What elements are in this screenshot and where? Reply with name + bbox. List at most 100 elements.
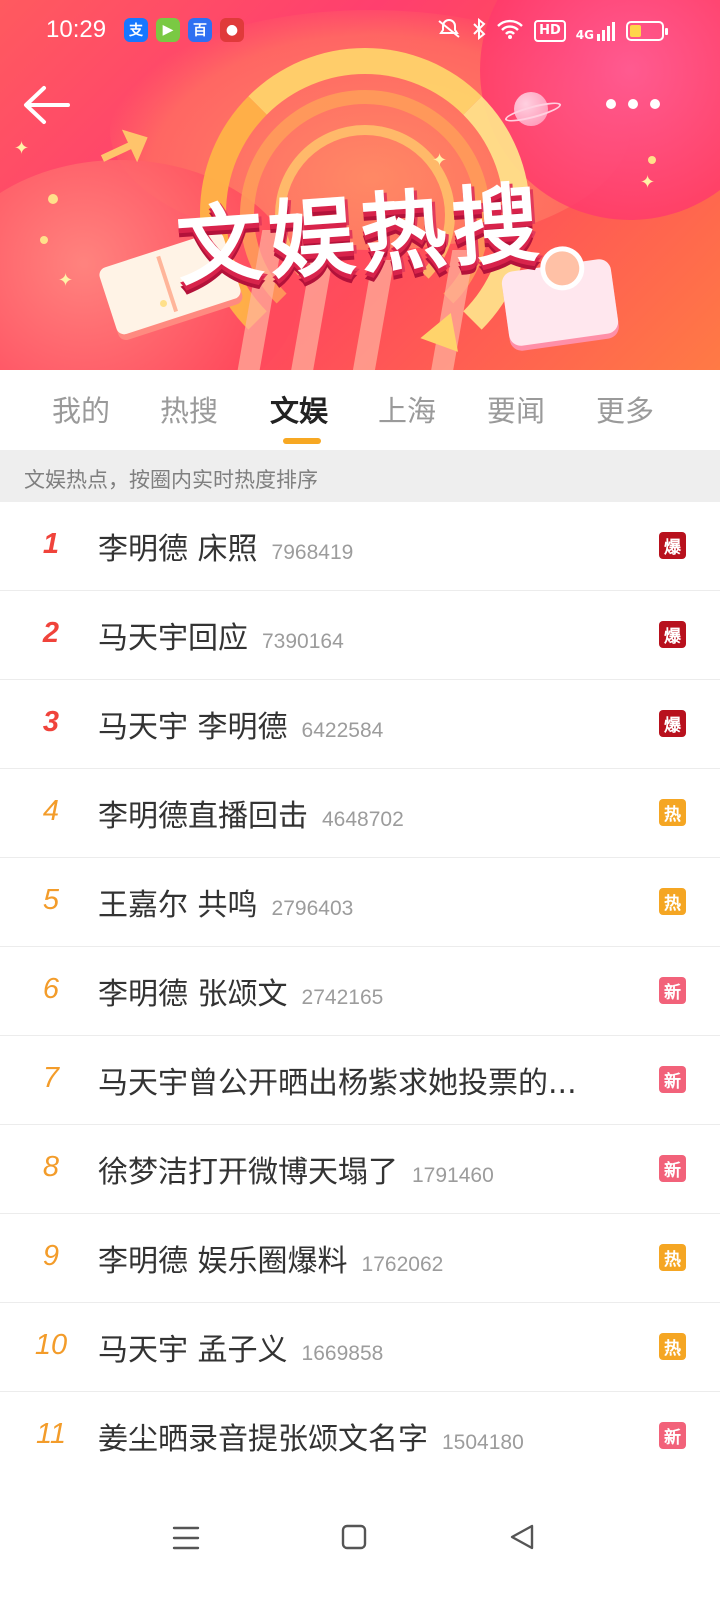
rank-number: 3 [42, 706, 60, 738]
rank-number: 4 [42, 795, 60, 827]
item-title-wrap: 姜尘晒录音提张颂文名字 1504180 [98, 1414, 524, 1458]
map-app-icon: ● [220, 18, 244, 42]
back-button[interactable] [22, 82, 72, 128]
tab-mine[interactable]: 我的 [52, 388, 110, 430]
item-title: 李明德直播回击 [98, 799, 308, 834]
item-title: 王嘉尔 共鸣 [98, 888, 258, 923]
battery-level [630, 25, 641, 37]
battery-icon [626, 21, 668, 41]
item-title-wrap: 李明德 张颂文 2742165 [98, 969, 383, 1013]
item-title-wrap: 李明德 床照 7968419 [98, 524, 353, 568]
item-title: 李明德 床照 [98, 532, 258, 567]
rank-number: 8 [42, 1151, 60, 1183]
hot-search-item[interactable]: 1 李明德 床照 7968419 爆 [0, 502, 720, 591]
video-app-icon: ▶ [156, 18, 180, 42]
tab-more[interactable]: 更多 [596, 388, 654, 430]
item-title-wrap: 马天宇回应 7390164 [98, 613, 344, 657]
new-badge: 新 [659, 1066, 686, 1093]
status-app-icons: 支 ▶ 百 ● [124, 18, 244, 42]
hot-search-item[interactable]: 6 李明德 张颂文 2742165 新 [0, 947, 720, 1036]
item-title-wrap: 王嘉尔 共鸣 2796403 [98, 880, 353, 924]
item-title: 马天宇回应 [98, 621, 248, 656]
item-title: 马天宇 李明德 [98, 710, 288, 745]
system-navigation-bar [0, 1480, 720, 1600]
nav-home-button[interactable] [334, 1520, 374, 1556]
hot-badge: 热 [659, 1244, 686, 1271]
sparkle-icon: ✦ [14, 138, 30, 159]
item-title: 马天宇曾公开晒出杨紫求她投票的... [98, 1066, 577, 1101]
rank-number: 6 [42, 973, 60, 1005]
heat-count: 1504180 [442, 1431, 524, 1454]
item-title-wrap: 马天宇 孟子义 1669858 [98, 1325, 383, 1369]
header-banner: ✦ ✦ ✦ ✦ 文娱热搜 10:29 支 ▶ 百 ● HD 4G [0, 0, 720, 370]
explosive-badge: 爆 [659, 621, 686, 648]
item-title: 徐梦洁打开微博天塌了 [98, 1155, 398, 1190]
rank-number: 5 [42, 884, 60, 916]
more-dot-icon [650, 99, 660, 109]
tab-entertainment[interactable]: 文娱 [270, 388, 328, 430]
bluetooth-icon [472, 17, 486, 44]
menu-icon [172, 1526, 200, 1550]
heat-count: 4648702 [322, 808, 404, 831]
mute-icon [436, 19, 462, 43]
status-bar: 10:29 支 ▶ 百 ● HD 4G [0, 0, 720, 62]
rank-number: 9 [42, 1240, 60, 1272]
item-title: 姜尘晒录音提张颂文名字 [98, 1422, 428, 1457]
status-indicators: HD 4G [436, 17, 668, 44]
alipay-icon: 支 [124, 18, 148, 42]
nav-back-button[interactable] [502, 1520, 542, 1556]
list-description: 文娱热点，按圈内实时热度排序 [24, 468, 318, 492]
heat-count: 7968419 [271, 541, 354, 564]
more-dot-icon [628, 99, 638, 109]
heat-count: 1791460 [412, 1164, 494, 1187]
hot-search-item[interactable]: 5 王嘉尔 共鸣 2796403 热 [0, 858, 720, 947]
explosive-badge: 爆 [659, 710, 686, 737]
tab-news[interactable]: 要闻 [487, 388, 545, 430]
rank-number: 1 [42, 528, 60, 560]
status-time: 10:29 [46, 16, 107, 43]
nav-menu-button[interactable] [166, 1520, 206, 1556]
heat-count: 2742165 [301, 986, 384, 1009]
more-options-button[interactable] [606, 88, 686, 120]
hot-search-list: 1 李明德 床照 7968419 爆 2 马天宇回应 7390164 爆 3 马天宇 李明德 642… [0, 502, 720, 1481]
hot-badge: 热 [659, 1333, 686, 1360]
category-tabs: 我的 热搜 文娱 上海 要闻 更多 [0, 370, 720, 450]
hot-search-item[interactable]: 2 马天宇回应 7390164 爆 [0, 591, 720, 680]
rank-number: 10 [34, 1329, 68, 1361]
hot-search-item[interactable]: 3 马天宇 李明德 6422584 爆 [0, 680, 720, 769]
item-title: 李明德 张颂文 [98, 977, 288, 1012]
signal-icon: 4G [576, 20, 616, 42]
item-title: 李明德 娱乐圈爆料 [98, 1244, 348, 1279]
heat-count: 2796403 [271, 897, 354, 920]
hot-search-item[interactable]: 4 李明德直播回击 4648702 热 [0, 769, 720, 858]
back-arrow-icon [24, 86, 70, 124]
new-badge: 新 [659, 1422, 686, 1449]
hot-search-item[interactable]: 8 徐梦洁打开微博天塌了 1791460 新 [0, 1125, 720, 1214]
new-badge: 新 [659, 1155, 686, 1182]
tab-hot-search[interactable]: 热搜 [160, 388, 218, 430]
baidu-icon: 百 [188, 18, 212, 42]
active-tab-indicator [283, 438, 321, 444]
list-description-bar: 文娱热点，按圈内实时热度排序 [0, 450, 720, 502]
heat-count: 6422584 [301, 719, 384, 742]
hd-indicator: HD [534, 20, 566, 42]
hot-search-item[interactable]: 7 马天宇曾公开晒出杨紫求她投票的... 新 [0, 1036, 720, 1125]
item-title-wrap: 李明德直播回击 4648702 [98, 791, 404, 835]
back-triangle-icon [510, 1524, 534, 1550]
rank-number: 11 [35, 1418, 67, 1450]
hot-search-item[interactable]: 9 李明德 娱乐圈爆料 1762062 热 [0, 1214, 720, 1303]
heat-count: 1762062 [361, 1253, 444, 1276]
item-title: 马天宇 孟子义 [98, 1333, 288, 1368]
item-title-wrap: 马天宇 李明德 6422584 [98, 702, 383, 746]
item-title-wrap: 马天宇曾公开晒出杨紫求她投票的... [98, 1058, 577, 1102]
hot-badge: 热 [659, 799, 686, 826]
heat-count: 7390164 [262, 630, 344, 653]
hot-search-item[interactable]: 10 马天宇 孟子义 1669858 热 [0, 1303, 720, 1392]
new-badge: 新 [659, 977, 686, 1004]
planet-illustration [514, 92, 548, 126]
hot-search-item[interactable]: 11 姜尘晒录音提张颂文名字 1504180 新 [0, 1392, 720, 1481]
tab-shanghai[interactable]: 上海 [378, 388, 436, 430]
rank-number: 7 [42, 1062, 60, 1094]
item-title-wrap: 徐梦洁打开微博天塌了 1791460 [98, 1147, 494, 1191]
home-square-icon [341, 1524, 367, 1550]
